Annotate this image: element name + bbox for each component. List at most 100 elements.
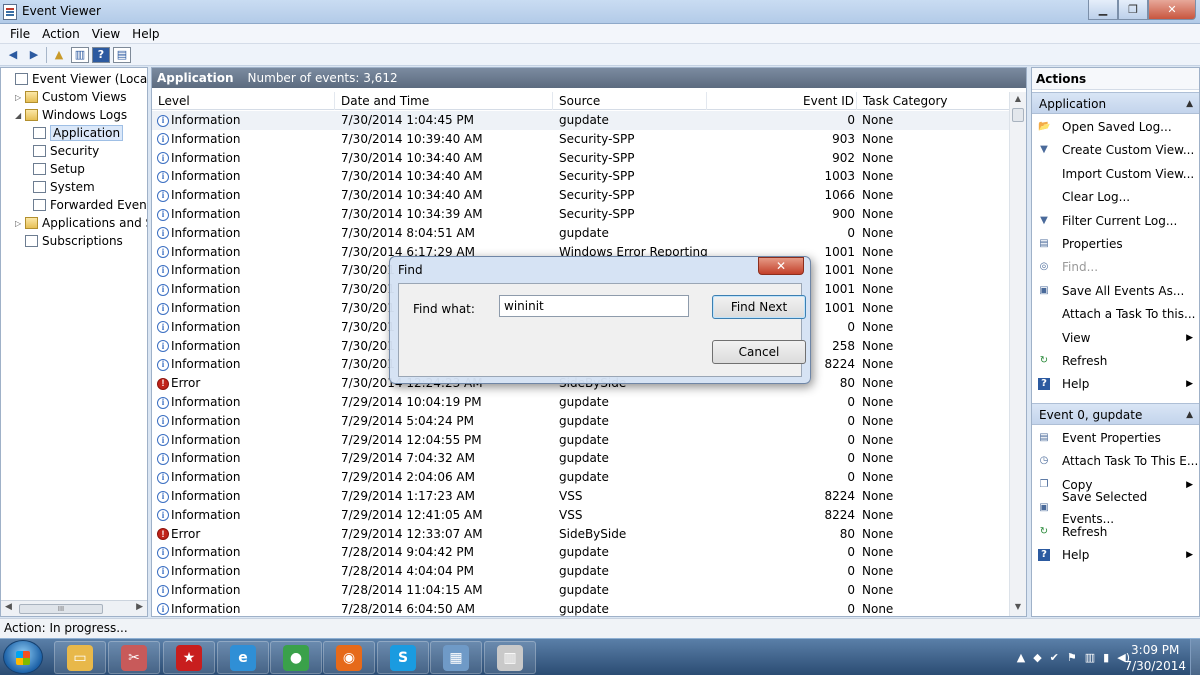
flag-icon[interactable]: ⚑ [1067, 651, 1077, 664]
forward-arrow-icon[interactable]: ▶ [25, 47, 43, 63]
tree-item-security[interactable]: Security [33, 142, 99, 160]
table-row[interactable]: i Information 7/30/2014 1:04:45 PM gupdate 0… [152, 111, 1010, 130]
action-help[interactable]: ? Help ▶ [1032, 544, 1199, 566]
scroll-down-icon[interactable]: ▼ [1010, 602, 1026, 616]
scrollbar-thumb[interactable] [1012, 108, 1024, 122]
table-row[interactable]: i Information 7/28/2014 11:04:15 AM gupdate… [152, 581, 1010, 600]
back-arrow-icon[interactable]: ◀ [4, 47, 22, 63]
action-save-all-events-as[interactable]: ▣ Save All Events As... [1032, 280, 1199, 302]
actions-section-application[interactable]: Application ▲ [1032, 92, 1199, 115]
action-attach-a-task-to-this[interactable]: Attach a Task To this... [1032, 303, 1199, 325]
close-button[interactable]: ✕ [1148, 0, 1196, 20]
show-hide-action-pane-icon[interactable]: ▤ [113, 46, 131, 63]
show-hide-tree-icon[interactable]: ▥ [71, 46, 89, 63]
clock[interactable]: 3:09 PM 7/30/2014 [1124, 642, 1186, 674]
table-row[interactable]: i Information 7/29/2014 10:04:19 PM gupdate… [152, 393, 1010, 412]
control-panel-taskbar-icon[interactable]: ▦ [430, 641, 482, 674]
tree-item-application[interactable]: Application [33, 124, 124, 142]
table-row[interactable]: i Information 7/29/2014 1:17:23 AM VSS 8224 N… [152, 487, 1010, 506]
internet-explorer-taskbar-icon[interactable]: e [217, 641, 269, 674]
tree-item-forwarded-events[interactable]: Forwarded Events [33, 196, 147, 214]
show-hidden-icons-icon[interactable]: ▲ [1017, 651, 1025, 664]
find-next-button[interactable]: Find Next [712, 295, 806, 319]
menu-action[interactable]: Action [36, 27, 86, 41]
menu-file[interactable]: File [4, 27, 36, 41]
table-row[interactable]: i Information 7/30/2014 10:34:39 AM Securit… [152, 205, 1010, 224]
explorer-taskbar-icon[interactable]: ▭ [54, 641, 106, 674]
tree-item-event-viewer-local[interactable]: Event Viewer (Local) [5, 70, 147, 88]
tree-horizontal-scrollbar[interactable]: ◀ III ▶ [1, 600, 147, 616]
action-open-saved-log[interactable]: 📂 Open Saved Log... [1032, 116, 1199, 138]
action-refresh[interactable]: ↻ Refresh [1032, 350, 1199, 372]
action-save-selected-events[interactable]: ▣ Save Selected Events... [1032, 490, 1199, 526]
table-row[interactable]: i Information 7/29/2014 5:04:24 PM gupdate 0… [152, 412, 1010, 431]
action-filter-current-log[interactable]: ▼ Filter Current Log... [1032, 210, 1199, 232]
action-event-properties[interactable]: ▤ Event Properties [1032, 427, 1199, 449]
tree-item-subscriptions[interactable]: Subscriptions [15, 232, 123, 250]
collapse-caret-icon[interactable]: ▲ [1186, 93, 1193, 115]
scroll-left-icon[interactable]: ◀ [5, 602, 12, 612]
shield-icon[interactable]: ◆ [1033, 651, 1041, 664]
expand-arrow-icon[interactable]: ◢ [15, 111, 25, 120]
up-folder-icon[interactable]: ▲ [50, 47, 68, 63]
table-row[interactable]: i Information 7/30/2014 10:34:40 AM Securit… [152, 186, 1010, 205]
scroll-right-icon[interactable]: ▶ [136, 602, 143, 612]
tree-item-custom-views[interactable]: ▷ Custom Views [15, 88, 127, 106]
column-header-source[interactable]: Source [553, 92, 707, 110]
tree-item-system[interactable]: System [33, 178, 95, 196]
checkmark-icon[interactable]: ✔ [1050, 651, 1059, 664]
firefox-taskbar-icon[interactable]: ◉ [323, 641, 375, 674]
table-row[interactable]: i Information 7/30/2014 10:34:40 AM Securit… [152, 167, 1010, 186]
chrome-taskbar-icon[interactable]: ● [270, 641, 322, 674]
scroll-up-icon[interactable]: ▲ [1010, 94, 1026, 108]
events-vertical-scrollbar[interactable]: ▲ ▼ [1009, 92, 1026, 616]
table-row[interactable]: i Information 7/28/2014 9:04:42 PM gupdate 0… [152, 543, 1010, 562]
action-import-custom-view[interactable]: Import Custom View... [1032, 163, 1199, 185]
event-viewer-taskbar-icon[interactable]: ▥ [484, 641, 536, 674]
collapse-caret-icon[interactable]: ▲ [1186, 404, 1193, 426]
skype-taskbar-icon[interactable]: S [377, 641, 429, 674]
column-header-event-id[interactable]: Event ID [707, 92, 857, 110]
maximize-button[interactable]: ❐ [1118, 0, 1148, 20]
help-icon[interactable]: ? [92, 46, 110, 63]
table-row[interactable]: i Information 7/29/2014 2:04:06 AM gupdate 0… [152, 468, 1010, 487]
table-row[interactable]: i Information 7/29/2014 12:41:05 AM VSS 8224… [152, 506, 1010, 525]
action-refresh[interactable]: ↻ Refresh [1032, 521, 1199, 543]
action-view[interactable]: View ▶ [1032, 327, 1199, 349]
pokerstars-taskbar-icon[interactable]: ★ [163, 641, 215, 674]
tree-item-setup[interactable]: Setup [33, 160, 85, 178]
expand-arrow-icon[interactable]: ▷ [15, 93, 25, 102]
column-header-task-category[interactable]: Task Category [857, 92, 1010, 110]
action-properties[interactable]: ▤ Properties [1032, 233, 1199, 255]
tree-item-applications-and-serv[interactable]: ▷ Applications and Serv [15, 214, 147, 232]
snipping-tool-taskbar-icon[interactable]: ✂ [108, 641, 160, 674]
show-desktop-button[interactable] [1190, 639, 1200, 675]
cancel-button[interactable]: Cancel [712, 340, 806, 364]
table-row[interactable]: i Information 7/30/2014 10:39:40 AM Securit… [152, 130, 1010, 149]
action-create-custom-view[interactable]: ▼ Create Custom View... [1032, 139, 1199, 161]
network-icon[interactable]: ▮ [1103, 651, 1109, 664]
table-row[interactable]: i Information 7/28/2014 6:04:50 AM gupdate 0… [152, 600, 1010, 616]
tree-item-windows-logs[interactable]: ◢ Windows Logs [15, 106, 127, 124]
action-attach-task-to-this-e[interactable]: ◷ Attach Task To This E... [1032, 450, 1199, 472]
action-find[interactable]: ◎ Find... [1032, 256, 1199, 278]
menu-view[interactable]: View [86, 27, 126, 41]
column-header-level[interactable]: Level [152, 92, 335, 110]
table-row[interactable]: i Information 7/29/2014 12:04:55 PM gupdate… [152, 431, 1010, 450]
table-row[interactable]: ! Error 7/29/2014 12:33:07 AM SideBySide 80 N… [152, 525, 1010, 544]
actions-section-event[interactable]: Event 0, gupdate ▲ [1032, 403, 1199, 426]
find-dialog-close-button[interactable]: ✕ [758, 257, 804, 275]
table-row[interactable]: i Information 7/30/2014 10:34:40 AM Securit… [152, 149, 1010, 168]
action-clear-log[interactable]: Clear Log... [1032, 186, 1199, 208]
column-header-date[interactable]: Date and Time [335, 92, 553, 110]
table-row[interactable]: i Information 7/28/2014 4:04:04 PM gupdate 0… [152, 562, 1010, 581]
minimize-button[interactable]: ▁ [1088, 0, 1118, 20]
find-what-input[interactable] [499, 295, 689, 317]
expand-arrow-icon[interactable]: ▷ [15, 219, 25, 228]
action-help[interactable]: ? Help ▶ [1032, 373, 1199, 395]
table-row[interactable]: i Information 7/30/2014 8:04:51 AM gupdate 0… [152, 224, 1010, 243]
scrollbar-thumb[interactable]: III [19, 604, 103, 614]
start-button[interactable] [3, 640, 43, 674]
monitor-icon[interactable]: ▥ [1085, 651, 1095, 664]
menu-help[interactable]: Help [126, 27, 165, 41]
